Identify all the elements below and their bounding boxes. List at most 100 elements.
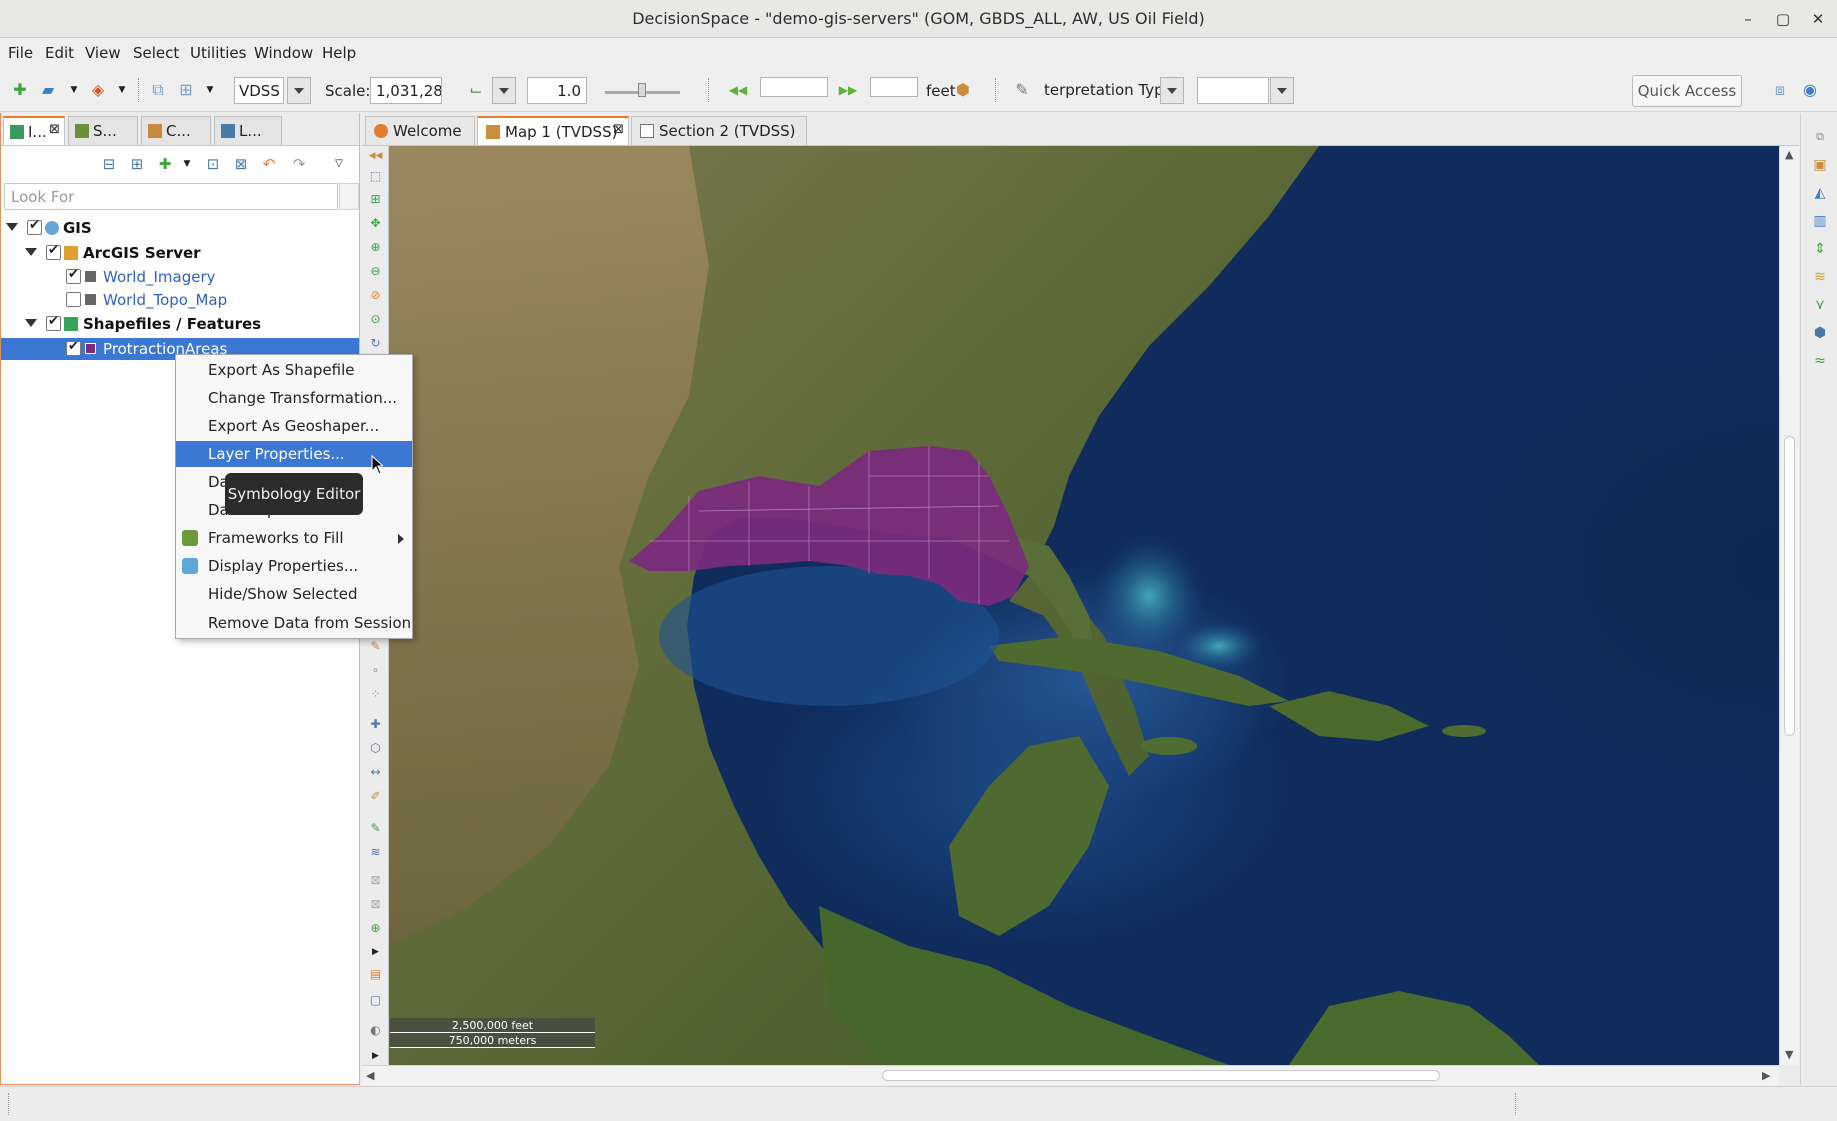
- open-perspective-icon[interactable]: ⧈: [1770, 80, 1790, 100]
- menu-item-hide-show-selected[interactable]: Hide/Show Selected: [176, 581, 412, 607]
- pencil-icon[interactable]: ✎: [1012, 80, 1032, 100]
- tab-l[interactable]: L...: [214, 116, 282, 145]
- close-tab-icon[interactable]: ⊠: [49, 122, 60, 137]
- layer-checkbox[interactable]: [46, 314, 61, 331]
- cube-icon[interactable]: ⬢: [953, 80, 973, 100]
- quick-access-button[interactable]: Quick Access: [1632, 75, 1742, 107]
- ratio-input[interactable]: 1.0: [527, 77, 587, 104]
- select-tool-icon[interactable]: ⬚: [367, 168, 384, 185]
- refresh-tree-icon[interactable]: ⊠: [231, 153, 251, 175]
- map-horizontal-scrollbar[interactable]: ◀ ▶: [362, 1065, 1779, 1085]
- digitize-icon[interactable]: ✚: [367, 716, 384, 733]
- map-canvas[interactable]: 2,500,000 feet 750,000 meters: [389, 146, 1779, 1065]
- add-dropdown-icon[interactable]: ▼: [177, 153, 197, 175]
- rotate-icon[interactable]: ↻: [367, 335, 384, 352]
- menu-select[interactable]: Select: [133, 44, 179, 62]
- minimize-button[interactable]: –: [1735, 6, 1761, 32]
- undo-icon[interactable]: ↶: [259, 153, 279, 175]
- ruler-dropdown-button[interactable]: [492, 77, 516, 104]
- close-tab-icon[interactable]: ⊠: [613, 122, 624, 137]
- interpretation-type-dropdown-button[interactable]: [1160, 77, 1184, 104]
- redo-icon[interactable]: ↷: [289, 153, 309, 175]
- interpretation-type-select[interactable]: terpretation Type: [1040, 77, 1160, 104]
- columns-icon[interactable]: ▥: [1811, 212, 1829, 230]
- fault-icon[interactable]: ⋎: [1811, 296, 1829, 314]
- layer-checkbox[interactable]: [66, 267, 81, 284]
- zoom-previous-icon[interactable]: ⊘: [367, 287, 384, 304]
- scroll-down-icon[interactable]: ▼: [1785, 1048, 1793, 1061]
- interpretation-value-dropdown-button[interactable]: [1270, 77, 1294, 104]
- datum-select[interactable]: VDSS: [234, 77, 284, 104]
- tree-node-arcgis-server[interactable]: ArcGIS Server: [1, 242, 359, 264]
- datum-dropdown-button[interactable]: [287, 77, 311, 104]
- grid-a-icon[interactable]: ⊠: [367, 872, 384, 889]
- menu-help[interactable]: Help: [322, 44, 356, 62]
- scale-input[interactable]: 1,031,28: [370, 77, 442, 104]
- tab-inventory[interactable]: I... ⊠: [3, 116, 65, 145]
- open-icon[interactable]: ▰: [38, 80, 58, 100]
- expand-all-icon[interactable]: ⊞: [127, 153, 147, 175]
- open-dropdown-icon[interactable]: ▼: [64, 80, 84, 100]
- vertical-scroll-thumb[interactable]: [1784, 436, 1795, 736]
- layer-checkbox[interactable]: [46, 243, 61, 260]
- view-menu-icon[interactable]: ▽: [329, 153, 349, 175]
- edit-layer-icon[interactable]: ✎: [367, 820, 384, 837]
- menu-item-change-transformation[interactable]: Change Transformation...: [176, 385, 412, 411]
- scroll-right-icon[interactable]: ▶: [1762, 1069, 1770, 1082]
- edit-symbol-icon[interactable]: ✎: [367, 638, 384, 655]
- zoom-in-icon[interactable]: ⊕: [367, 239, 384, 256]
- zoom-next-icon[interactable]: ⊙: [367, 311, 384, 328]
- cube-view-icon[interactable]: ▣: [1811, 156, 1829, 174]
- expand-toggle-icon[interactable]: [25, 248, 37, 256]
- zoom-extent-icon[interactable]: ⊞: [367, 191, 384, 208]
- multi-point-icon[interactable]: ⁘: [367, 686, 384, 703]
- interpretation-value-field[interactable]: [1197, 77, 1269, 104]
- collapse-strip-icon[interactable]: ◀◀: [367, 148, 384, 165]
- layer-checkbox[interactable]: [66, 292, 81, 307]
- new-icon[interactable]: ✚: [10, 80, 30, 100]
- layer-checkbox[interactable]: [27, 218, 42, 235]
- map-vertical-scrollbar[interactable]: ▲ ▼: [1779, 146, 1799, 1065]
- expand-tools-icon[interactable]: ▶: [367, 944, 384, 961]
- tree-node-world-imagery[interactable]: World_Imagery: [1, 266, 359, 288]
- scroll-up-icon[interactable]: ▲: [1785, 148, 1793, 161]
- look-for-input[interactable]: Look For: [4, 183, 338, 210]
- layer-checkbox[interactable]: [66, 339, 81, 356]
- tab-map-1[interactable]: Map 1 (TVDSS) ⊠: [477, 116, 629, 145]
- polygon-icon[interactable]: ⬡: [367, 740, 384, 757]
- next-field[interactable]: [870, 77, 918, 97]
- previous-field[interactable]: [760, 77, 828, 97]
- zoom-slider-knob[interactable]: [638, 83, 646, 97]
- pan-icon[interactable]: ✥: [367, 215, 384, 232]
- tree-node-world-topo-map[interactable]: World_Topo_Map: [1, 289, 359, 311]
- previous-icon[interactable]: ◀◀: [728, 80, 748, 100]
- menu-item-display-properties[interactable]: Display Properties...: [176, 553, 412, 579]
- ruler-icon[interactable]: ⌙: [466, 80, 486, 100]
- tab-section-2[interactable]: Section 2 (TVDSS): [631, 116, 807, 145]
- tree-node-shapefiles-features[interactable]: Shapefiles / Features: [1, 313, 359, 335]
- horizontal-scroll-thumb[interactable]: [882, 1070, 1440, 1081]
- collapse-all-icon[interactable]: ⊟: [99, 153, 119, 175]
- expand-toggle-icon[interactable]: [6, 223, 18, 231]
- perspective-icon[interactable]: ◉: [1800, 80, 1820, 100]
- tab-s[interactable]: S...: [68, 116, 138, 145]
- annotation-icon[interactable]: ✐: [367, 788, 384, 805]
- tab-welcome[interactable]: Welcome: [365, 116, 475, 145]
- grid-b-icon[interactable]: ⊠: [367, 896, 384, 913]
- menu-file[interactable]: File: [8, 44, 33, 62]
- locate-icon[interactable]: ⊕: [367, 920, 384, 937]
- close-button[interactable]: ✕: [1805, 6, 1831, 32]
- log-icon[interactable]: ⇕: [1811, 240, 1829, 258]
- point-icon[interactable]: ∘: [367, 662, 384, 679]
- frame-icon[interactable]: ▢: [367, 992, 384, 1009]
- next-icon[interactable]: ▶▶: [838, 80, 858, 100]
- map-tools-icon[interactable]: ◈: [88, 80, 108, 100]
- stack-icon[interactable]: ≋: [367, 844, 384, 861]
- link-icon[interactable]: ⧉: [148, 80, 168, 100]
- expand-toggle-icon[interactable]: [25, 319, 37, 327]
- group-icon[interactable]: ⊡: [203, 153, 223, 175]
- menu-item-remove-data[interactable]: Remove Data from Session: [176, 610, 412, 636]
- menu-utilities[interactable]: Utilities: [190, 44, 246, 62]
- broadcast-dropdown-icon[interactable]: ▼: [200, 80, 220, 100]
- zoom-out-icon[interactable]: ⊖: [367, 263, 384, 280]
